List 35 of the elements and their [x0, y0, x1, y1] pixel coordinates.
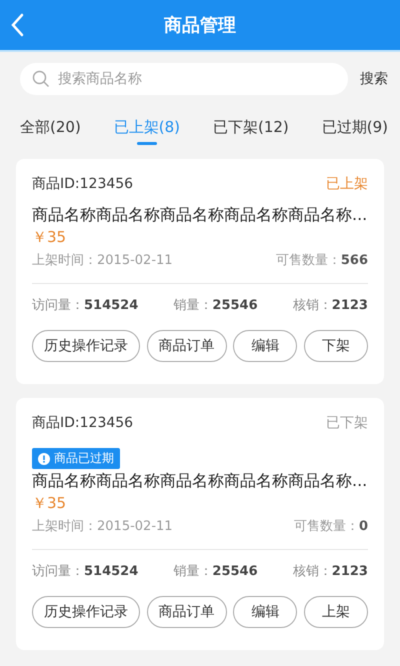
action-button[interactable]: 编辑 — [233, 596, 298, 628]
stat-text: 访问量：514524 — [32, 297, 138, 314]
action-button[interactable]: 下架 — [304, 330, 368, 362]
action-button[interactable]: 历史操作记录 — [32, 596, 140, 628]
status-label: 已上架 — [326, 175, 368, 193]
action-button[interactable]: 上架 — [304, 596, 368, 628]
action-button[interactable]: 商品订单 — [146, 330, 227, 362]
action-button[interactable]: 商品订单 — [146, 596, 227, 628]
tab[interactable]: 已下架(12) — [212, 99, 289, 145]
tab[interactable]: 已过期(9) — [322, 99, 388, 145]
stat-text: 访问量：514524 — [32, 563, 138, 580]
search-button[interactable]: 搜索 — [358, 66, 390, 92]
product-price: ￥35 — [32, 228, 68, 247]
action-button[interactable]: 编辑 — [233, 330, 298, 362]
stat-text: 销量：25546 — [173, 563, 258, 580]
product-id: 商品ID:123456 — [32, 414, 134, 432]
listing-time: 上架时间：2015-02-11 — [32, 518, 173, 535]
product-name: 商品名称商品名称商品名称商品名称商品名称... — [32, 471, 368, 492]
product-name: 商品名称商品名称商品名称商品名称商品名称... — [32, 205, 368, 226]
stat-text: 销量：25546 — [173, 297, 258, 314]
expired-badge: 商品已过期 — [32, 448, 120, 469]
stock-count: 可售数量：566 — [276, 252, 368, 269]
search-icon — [32, 70, 50, 88]
stat-text: 核销：2123 — [292, 297, 368, 314]
back-icon[interactable] — [10, 13, 24, 37]
search-field[interactable]: 搜索商品名称 — [20, 63, 348, 95]
page-title: 商品管理 — [164, 14, 236, 37]
product-id: 商品ID:123456 — [32, 175, 134, 193]
action-button[interactable]: 历史操作记录 — [32, 330, 140, 362]
tab[interactable]: 全部(20) — [20, 99, 81, 145]
stock-count: 可售数量：0 — [294, 518, 368, 535]
status-label: 已下架 — [326, 414, 368, 432]
product-price: ￥35 — [32, 494, 68, 513]
stat-text: 核销：2123 — [292, 563, 368, 580]
listing-time: 上架时间：2015-02-11 — [32, 252, 173, 269]
